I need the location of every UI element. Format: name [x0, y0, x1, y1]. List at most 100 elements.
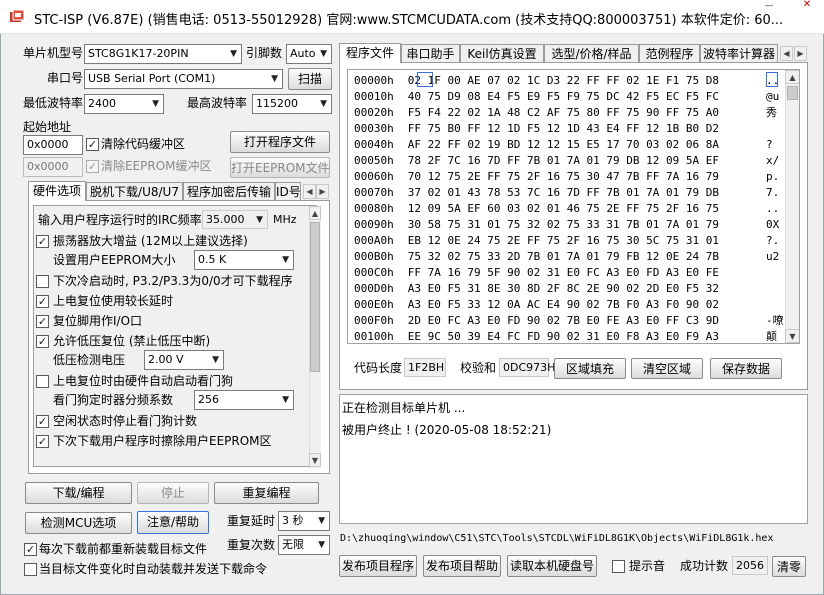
read-disk-id-button[interactable]: 读取本机硬盘号: [507, 555, 597, 577]
repeat-count-select[interactable]: 无限 ▼: [278, 535, 330, 555]
publish-project-program-button[interactable]: 发布项目程序: [339, 555, 417, 577]
tab-keil-simulation[interactable]: Keil仿真设置: [460, 44, 544, 63]
scan-button[interactable]: 扫描: [288, 68, 332, 90]
long-reset-delay-label: 上电复位使用较长延时: [53, 294, 174, 308]
hex-scrollbar-thumb[interactable]: [787, 86, 798, 100]
scroll-up-icon[interactable]: ▲: [785, 70, 799, 84]
clear-count-button[interactable]: 清零: [772, 556, 806, 577]
cold-boot-checkbox[interactable]: [36, 275, 49, 288]
scroll-up-icon[interactable]: ▲: [309, 206, 321, 220]
hex-scrollbar[interactable]: [785, 70, 799, 343]
hardware-watchdog-label: 上电复位时由硬件自动启动看门狗: [53, 374, 234, 388]
serial-port-label: 串口号: [47, 71, 84, 85]
auto-load-on-change-checkbox[interactable]: [24, 563, 37, 576]
eeprom-start-address-input[interactable]: 0x0000: [23, 157, 83, 177]
reload-before-download-checkbox[interactable]: ✓: [24, 543, 37, 556]
low-voltage-detect-select[interactable]: 2.00 V ▼: [144, 350, 224, 370]
hex-bytes: EB 12 0E 24 75 2E FF 75 2F 16 75 30 5C 7…: [407, 234, 720, 247]
clear-code-buffer-checkbox[interactable]: ✓: [86, 138, 99, 151]
detect-mcu-options-button[interactable]: 检测MCU选项: [25, 512, 132, 534]
tab-encrypted-transfer[interactable]: 程序加密后传输: [183, 182, 275, 201]
minimize-icon[interactable]: —: [760, 2, 778, 12]
idle-stop-watchdog-checkbox[interactable]: ✓: [36, 415, 49, 428]
tab-hardware-options[interactable]: 硬件选项: [28, 181, 86, 201]
pin-count-select[interactable]: Auto ▼: [286, 44, 332, 64]
hex-ascii: -嘹: [766, 314, 784, 327]
pin-count-value: Auto: [290, 47, 316, 60]
tab-example-programs[interactable]: 范例程序: [639, 44, 700, 63]
repeat-count-label: 重复次数: [227, 538, 276, 552]
close-icon[interactable]: ✕: [794, 0, 820, 12]
reset-pin-io-checkbox[interactable]: ✓: [36, 315, 49, 328]
hex-row: 000A0h EB 12 0E 24 75 2E FF 75 2F 16 75 3…: [354, 232, 779, 249]
long-reset-delay-checkbox[interactable]: ✓: [36, 295, 49, 308]
chevron-down-icon: ▼: [318, 516, 325, 526]
publish-project-help-button[interactable]: 发布项目帮助: [423, 555, 501, 577]
open-eeprom-file-button[interactable]: 打开EEPROM文件: [230, 157, 330, 178]
watchdog-prescale-select[interactable]: 256 ▼: [194, 390, 294, 410]
tab-id-number[interactable]: ID号: [275, 182, 301, 201]
hex-ascii: @u: [766, 90, 780, 103]
tab-scroll-right-icon[interactable]: ▶: [316, 184, 329, 199]
clear-eeprom-buffer-checkbox[interactable]: ✓: [86, 160, 99, 173]
tab-selection-price[interactable]: 选型/价格/样品: [544, 44, 639, 63]
clear-area-button[interactable]: 清空区域: [631, 358, 703, 379]
serial-port-select[interactable]: USB Serial Port (COM1) ▼: [84, 69, 283, 89]
chevron-down-icon: ▼: [318, 540, 325, 550]
clear-code-buffer-label: 清除代码缓冲区: [101, 137, 186, 151]
tab-serial-assistant[interactable]: 串口助手: [401, 44, 460, 63]
irc-frequency-select[interactable]: 35.000 ▼: [202, 210, 268, 229]
hardware-watchdog-checkbox[interactable]: [36, 375, 49, 388]
save-data-button[interactable]: 保存数据: [710, 358, 782, 379]
tab-scroll-right-icon[interactable]: ▶: [794, 46, 807, 61]
hex-row: 00070h 37 02 01 43 78 53 7C 16 7D FF 7B 0…: [354, 184, 779, 201]
irc-frequency-label: 输入用户程序运行时的IRC频率: [38, 213, 202, 227]
notes-help-button[interactable]: 注意/帮助: [137, 511, 209, 534]
chevron-down-icon: ▼: [282, 255, 289, 265]
max-baud-select[interactable]: 115200 ▼: [252, 94, 332, 114]
osc-gain-checkbox[interactable]: ✓: [36, 235, 49, 248]
repeat-delay-value: 3 秒: [282, 514, 304, 527]
low-voltage-detect-value: 2.00 V: [148, 353, 184, 366]
erase-eeprom-checkbox[interactable]: ✓: [36, 435, 49, 448]
hex-address: 000E0h: [354, 298, 394, 311]
mcu-type-label: 单片机型号: [23, 46, 84, 60]
tab-scroll-left-icon[interactable]: ◀: [780, 46, 793, 61]
hex-bytes: FF 7A 16 79 5F 90 02 31 E0 FC A3 E0 FD A…: [407, 266, 720, 279]
low-voltage-reset-checkbox[interactable]: ✓: [36, 335, 49, 348]
tab-program-file[interactable]: 程序文件: [339, 43, 401, 63]
hex-ascii: 颠: [766, 330, 777, 343]
hex-bytes: FF 75 B0 FF 12 1D F5 12 1D 43 E4 FF 12 1…: [407, 122, 720, 135]
hex-bytes: 70 12 75 2E FF 75 2F 16 75 30 47 7B FF 7…: [407, 170, 720, 183]
mcu-type-select[interactable]: STC8G1K17-20PIN ▼: [84, 44, 242, 64]
fill-area-button[interactable]: 区域填充: [554, 358, 626, 379]
hex-view[interactable]: 00000h 02 1F 00 AE 07 02 1C D3 22 FF FF 0…: [347, 69, 800, 344]
log-line: 正在检测目标单片机 ...: [342, 401, 466, 415]
scroll-down-icon[interactable]: ▼: [785, 329, 799, 343]
hex-cursor: [417, 72, 433, 87]
beep-checkbox[interactable]: [612, 560, 625, 573]
log-output[interactable]: 正在检测目标单片机 ... 被用户终止 ! (2020-05-08 18:52:…: [339, 394, 808, 524]
stop-button[interactable]: 停止: [137, 482, 209, 504]
repeat-program-button[interactable]: 重复编程: [214, 482, 319, 504]
min-baud-select[interactable]: 2400 ▼: [84, 94, 164, 114]
repeat-delay-label: 重复延时: [227, 514, 276, 528]
ascii-cursor: [766, 72, 778, 87]
repeat-delay-select[interactable]: 3 秒 ▼: [278, 511, 330, 531]
scroll-down-icon[interactable]: ▼: [309, 453, 321, 467]
tab-baud-calculator[interactable]: 波特率计算器: [700, 44, 778, 63]
eeprom-size-select[interactable]: 0.5 K ▼: [194, 250, 294, 270]
hex-bytes: 30 58 75 31 01 75 32 02 75 33 31 7B 01 7…: [407, 218, 720, 231]
hex-bytes: EE 9C 50 39 E4 FC FD 90 02 31 E0 F8 A3 E…: [407, 330, 720, 343]
success-count-value: 2056: [732, 556, 768, 575]
tab-scroll-left-icon[interactable]: ◀: [303, 184, 316, 199]
osc-gain-label: 振荡器放大增益 (12M以上建议选择): [53, 234, 248, 248]
code-start-address-input[interactable]: 0x0000: [23, 135, 83, 155]
hex-address: 00020h: [354, 106, 394, 119]
download-program-button[interactable]: 下载/编程: [25, 482, 132, 504]
open-program-file-button[interactable]: 打开程序文件: [230, 131, 330, 153]
tab-offline-download[interactable]: 脱机下载/U8/U7: [86, 182, 183, 201]
chevron-down-icon: ▼: [230, 49, 237, 59]
options-scrollbar-thumb[interactable]: [310, 222, 320, 372]
hex-row: 00100h EE 9C 50 39 E4 FC FD 90 02 31 E0 F…: [354, 328, 777, 343]
